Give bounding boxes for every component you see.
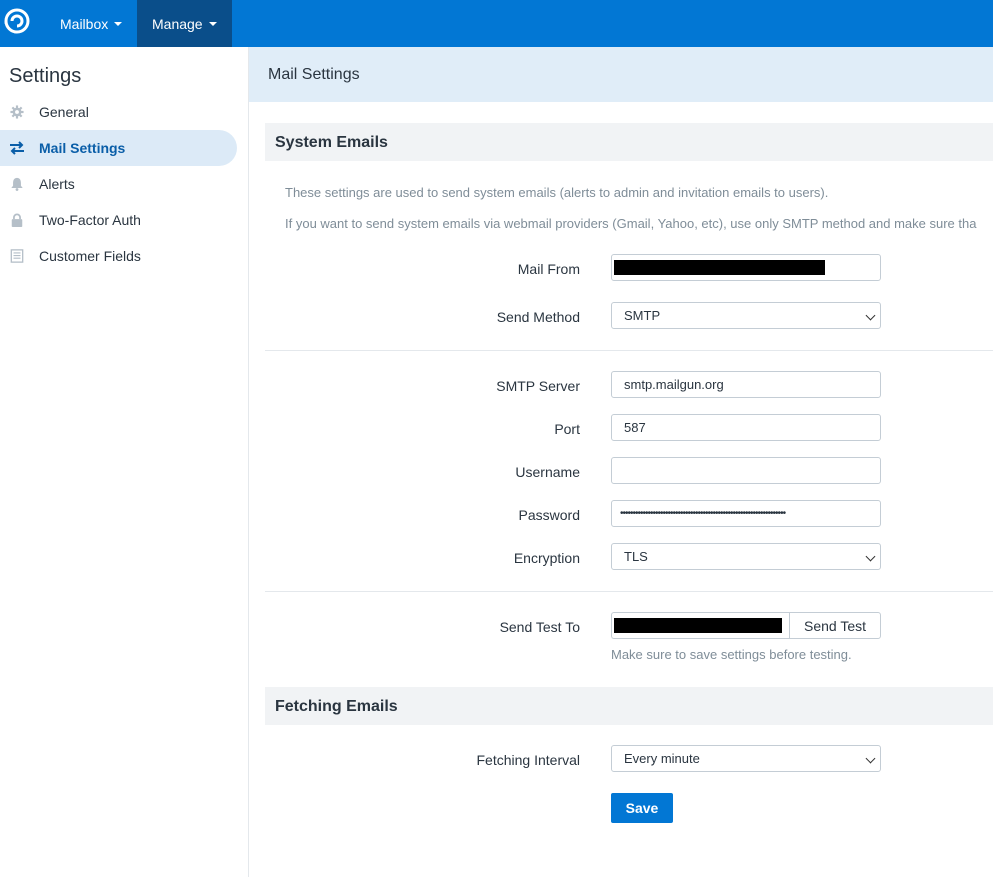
chevron-down-icon [865, 310, 876, 321]
fetching-interval-select[interactable]: Every minute [611, 745, 881, 772]
freescout-logo-icon[interactable] [3, 7, 31, 35]
sidebar-item-label: Mail Settings [39, 140, 126, 156]
mail-from-input[interactable] [611, 254, 881, 281]
mail-from-label: Mail From [517, 261, 580, 277]
main-content: Mail Settings System Emails These settin… [248, 47, 993, 877]
sidebar-item-label: General [39, 104, 89, 120]
sidebar-item-two-factor-auth[interactable]: Two-Factor Auth [0, 202, 237, 238]
redacted-value [614, 618, 782, 633]
send-test-email-input[interactable] [611, 612, 791, 639]
encryption-label: Encryption [513, 550, 580, 566]
sidebar-item-customer-fields[interactable]: Customer Fields [0, 238, 237, 274]
nav-mailbox-label: Mailbox [60, 15, 109, 32]
chevron-down-icon [865, 551, 876, 562]
redacted-value [614, 260, 825, 275]
caret-down-icon [114, 21, 123, 26]
page-title: Mail Settings [268, 66, 360, 83]
send-test-label: Send Test To [499, 619, 580, 635]
fetching-interval-value: Every minute [624, 751, 700, 766]
encryption-select[interactable]: TLS [611, 543, 881, 570]
send-method-value: SMTP [624, 308, 661, 323]
port-label: Port [554, 421, 580, 437]
section-header-system-emails: System Emails [265, 123, 993, 161]
fetching-interval-label: Fetching Interval [476, 752, 581, 768]
divider [265, 591, 993, 592]
nav-mailbox-menu[interactable]: Mailbox [45, 0, 137, 47]
divider [265, 350, 993, 351]
smtp-server-label: SMTP Server [496, 378, 580, 394]
send-method-select[interactable]: SMTP [611, 302, 881, 329]
send-test-button[interactable]: Send Test [789, 612, 881, 639]
nav-manage-menu[interactable]: Manage [137, 0, 232, 47]
settings-sidebar: Settings General Mail Settings Alerts Tw… [0, 47, 248, 877]
encryption-value: TLS [624, 549, 648, 564]
sidebar-item-alerts[interactable]: Alerts [0, 166, 237, 202]
bell-icon [11, 177, 23, 191]
page-header: Mail Settings [249, 47, 993, 102]
username-input[interactable] [611, 457, 881, 484]
port-value: 587 [624, 420, 646, 435]
gear-icon [10, 105, 24, 119]
sidebar-item-label: Two-Factor Auth [39, 212, 141, 228]
arrows-exchange-icon [10, 141, 24, 155]
chevron-down-icon [865, 753, 876, 764]
lock-icon [11, 213, 23, 227]
smtp-server-input[interactable]: smtp.mailgun.org [611, 371, 881, 398]
section-title: System Emails [275, 134, 388, 151]
section-header-fetching-emails: Fetching Emails [265, 687, 993, 725]
password-value: ••••••••••••••••••••••••••••••••••••••••… [620, 508, 786, 519]
section-title: Fetching Emails [275, 698, 398, 715]
help-text: These settings are used to send system e… [285, 185, 829, 200]
sidebar-item-label: Customer Fields [39, 248, 141, 264]
password-label: Password [518, 507, 580, 523]
sidebar-item-general[interactable]: General [0, 94, 237, 130]
send-test-help-text: Make sure to save settings before testin… [611, 647, 852, 662]
sidebar-item-label: Alerts [39, 176, 75, 192]
sidebar-title: Settings [9, 65, 82, 87]
send-method-label: Send Method [496, 309, 580, 325]
list-icon [10, 249, 24, 263]
top-navbar: Mailbox Manage [0, 0, 993, 47]
save-button[interactable]: Save [611, 793, 673, 823]
nav-manage-label: Manage [152, 15, 203, 32]
smtp-server-value: smtp.mailgun.org [624, 377, 724, 392]
sidebar-item-mail-settings[interactable]: Mail Settings [0, 130, 237, 166]
help-text: If you want to send system emails via we… [285, 216, 977, 231]
caret-down-icon [208, 21, 217, 26]
password-input[interactable]: ••••••••••••••••••••••••••••••••••••••••… [611, 500, 881, 527]
username-label: Username [515, 464, 580, 480]
port-input[interactable]: 587 [611, 414, 881, 441]
